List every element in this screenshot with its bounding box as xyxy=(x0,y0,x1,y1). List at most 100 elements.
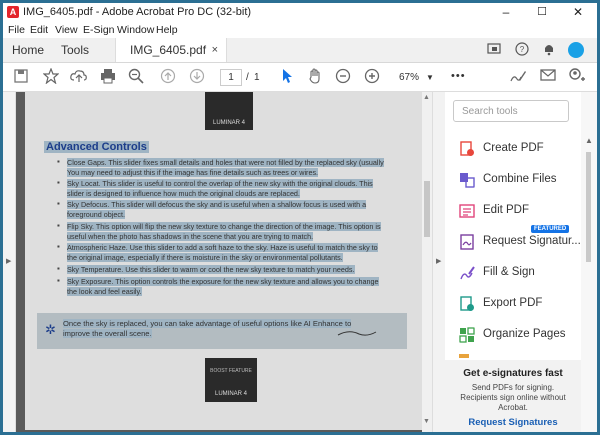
luminar-logo-top: LUMINAR 4 xyxy=(205,92,253,130)
zoom-level-select[interactable]: 67% xyxy=(399,72,419,83)
create-pdf-icon xyxy=(460,141,474,156)
page-number-input[interactable]: 1 xyxy=(220,69,242,86)
hand-tool-icon[interactable] xyxy=(306,68,324,86)
tab-tools[interactable]: Tools xyxy=(53,38,97,62)
page-line-4: slider is designed to influence how much… xyxy=(67,189,300,198)
menu-esign[interactable]: E-Sign xyxy=(83,24,115,36)
request-signatures-link[interactable]: Request Signatures xyxy=(445,417,581,428)
right-panel-toggle[interactable]: ▶ xyxy=(432,92,446,432)
acrobat-logo-icon: A xyxy=(7,6,19,18)
page-line-12: Sky Exposure. This option controls the e… xyxy=(67,277,379,286)
user-avatar[interactable] xyxy=(568,42,584,58)
maximize-button[interactable]: ☐ xyxy=(527,3,557,22)
bullet-icon: ▪ xyxy=(57,199,60,208)
document-scrollbar[interactable]: ▲ ▼ xyxy=(422,92,432,432)
page-line-10: the original image, especially if there … xyxy=(67,253,343,262)
tool-label: Organize Pages xyxy=(483,328,566,340)
left-panel-toggle[interactable]: ▶ xyxy=(3,92,16,432)
page-separator: / xyxy=(246,72,249,83)
expand-left-icon[interactable]: ▶ xyxy=(6,257,11,265)
print-icon[interactable] xyxy=(99,68,117,86)
page-line-11: Sky Temperature. Use this slider to warm… xyxy=(67,265,355,274)
esignature-promo: Get e-signatures fast Send PDFs for sign… xyxy=(445,360,581,432)
menu-file[interactable]: File xyxy=(8,24,25,36)
upload-cloud-icon[interactable] xyxy=(70,68,88,86)
document-view[interactable]: LUMINAR 4 Advanced Controls ▪ Close Gaps… xyxy=(16,92,422,432)
luminar-logo-bottom-text: LUMINAR 4 xyxy=(214,391,247,397)
zoom-in-icon[interactable] xyxy=(363,68,381,86)
tool-label: Combine Files xyxy=(483,173,557,185)
organize-pages-icon xyxy=(459,327,475,343)
page-line-2: You may need to adjust this if the image… xyxy=(67,168,319,177)
tab-close-icon[interactable]: × xyxy=(212,38,218,62)
tools-scroll-up-icon[interactable]: ▲ xyxy=(585,136,593,145)
page-line-1: Close Gaps. This slider fixes small deta… xyxy=(67,158,384,167)
scroll-down-icon[interactable]: ▼ xyxy=(423,418,430,425)
notifications-bell-icon[interactable] xyxy=(541,42,557,58)
more-tools-partial-icon xyxy=(459,354,469,358)
bullet-icon: ▪ xyxy=(57,276,60,285)
advanced-controls-heading: Advanced Controls xyxy=(44,141,149,153)
tool-fill-sign[interactable]: Fill & Sign xyxy=(445,259,581,287)
bullet-icon: ▪ xyxy=(57,242,60,251)
zoom-out-icon[interactable] xyxy=(334,68,352,86)
zoom-search-icon[interactable] xyxy=(127,68,145,86)
promo-line-2: improve the overall scene. xyxy=(63,329,152,338)
featured-badge: FEATURED xyxy=(531,225,570,233)
edit-pdf-icon xyxy=(459,204,475,218)
share-screen-icon[interactable] xyxy=(486,42,502,58)
asterisk-icon: ✲ xyxy=(45,322,56,337)
document-scroll-thumb[interactable] xyxy=(424,181,430,237)
tab-document[interactable]: IMG_6405.pdf × xyxy=(115,38,227,62)
pen-scribble-icon xyxy=(337,331,377,336)
select-cursor-icon[interactable] xyxy=(278,68,296,86)
tool-request-signatures[interactable]: FEATURED Request Signatur... xyxy=(445,225,581,256)
search-tools-input[interactable]: Search tools xyxy=(453,100,569,122)
mail-icon[interactable] xyxy=(539,68,557,86)
acrobat-window: A IMG_6405.pdf - Adobe Acrobat Pro DC (3… xyxy=(3,3,597,432)
tools-scroll-thumb[interactable] xyxy=(586,152,591,262)
luminar-logo-top-text: LUMINAR 4 xyxy=(212,120,245,126)
zoom-dropdown-chevron-icon[interactable]: ▼ xyxy=(426,73,434,82)
menu-help[interactable]: Help xyxy=(156,24,178,36)
page-line-6: foreground object. xyxy=(67,210,125,219)
menu-edit[interactable]: Edit xyxy=(30,24,48,36)
page-line-3: Sky Locat. This slider is useful to cont… xyxy=(67,179,373,188)
page-scan: LUMINAR 4 Advanced Controls ▪ Close Gaps… xyxy=(25,92,422,430)
minimize-button[interactable]: – xyxy=(491,3,521,22)
collapse-right-icon[interactable]: ▶ xyxy=(436,257,441,265)
tool-create-pdf[interactable]: Create PDF xyxy=(445,135,581,163)
save-icon[interactable] xyxy=(12,68,30,86)
help-icon[interactable]: ? xyxy=(514,42,530,58)
next-page-icon[interactable] xyxy=(188,68,206,86)
sign-pen-icon[interactable] xyxy=(509,68,527,86)
promo-line-1: Once the sky is replaced, you can take a… xyxy=(63,319,352,328)
previous-page-icon[interactable] xyxy=(159,68,177,86)
fill-sign-icon xyxy=(460,266,475,280)
tool-combine-files[interactable]: Combine Files xyxy=(445,166,581,194)
page-line-9: Atmospheric Haze. Use this slider to add… xyxy=(67,243,378,252)
bookmark-star-icon[interactable] xyxy=(42,67,60,86)
menu-bar: File Edit View E-Sign Window Help xyxy=(3,22,597,38)
tool-organize-pages[interactable]: Organize Pages xyxy=(445,321,581,349)
page-line-8: useful when the photo has shadows in the… xyxy=(67,232,314,241)
svg-text:?: ? xyxy=(520,45,525,54)
tool-label: Request Signatur... xyxy=(483,235,581,247)
page-total: 1 xyxy=(254,72,260,83)
add-user-icon[interactable] xyxy=(568,68,586,86)
main-toolbar: 1 / 1 67% ▼ ••• xyxy=(3,63,597,92)
tool-edit-pdf[interactable]: Edit PDF xyxy=(445,197,581,225)
tool-export-pdf[interactable]: Export PDF xyxy=(445,290,581,318)
tools-scrollbar[interactable]: ▲ xyxy=(581,92,597,432)
title-bar: A IMG_6405.pdf - Adobe Acrobat Pro DC (3… xyxy=(3,3,597,22)
esign-description: Send PDFs for signing. Recipients sign o… xyxy=(460,383,566,412)
menu-view[interactable]: View xyxy=(55,24,78,36)
menu-window[interactable]: Window xyxy=(117,24,154,36)
scroll-up-icon[interactable]: ▲ xyxy=(423,94,430,101)
page-line-13: the look and feel easily. xyxy=(67,287,142,296)
bullet-icon: ▪ xyxy=(57,264,60,273)
page-line-7: Flip Sky. This option will flip the new … xyxy=(67,222,381,231)
close-button[interactable]: ✕ xyxy=(563,3,593,22)
more-tools-icon[interactable]: ••• xyxy=(451,70,466,82)
tab-home[interactable]: Home xyxy=(3,38,53,62)
